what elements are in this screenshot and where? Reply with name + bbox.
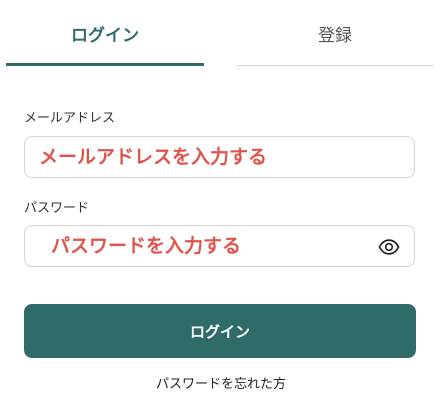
tab-divider: [236, 65, 434, 66]
forgot-password-link[interactable]: パスワードを忘れた方: [0, 373, 442, 392]
login-page: ログイン 登録 メールアドレス パスワード ログイン パスワードを忘れた方: [0, 0, 442, 411]
email-field-container: [24, 136, 415, 178]
active-tab-indicator: [6, 63, 204, 66]
password-field-container: [24, 225, 415, 267]
tab-login[interactable]: ログイン: [6, 0, 204, 66]
login-button[interactable]: ログイン: [24, 304, 416, 358]
tab-register[interactable]: 登録: [236, 0, 434, 66]
eye-icon[interactable]: [378, 236, 400, 258]
password-label: パスワード: [24, 201, 90, 216]
email-input[interactable]: [25, 137, 414, 177]
password-input[interactable]: [25, 226, 414, 266]
email-label: メールアドレス: [24, 111, 116, 126]
